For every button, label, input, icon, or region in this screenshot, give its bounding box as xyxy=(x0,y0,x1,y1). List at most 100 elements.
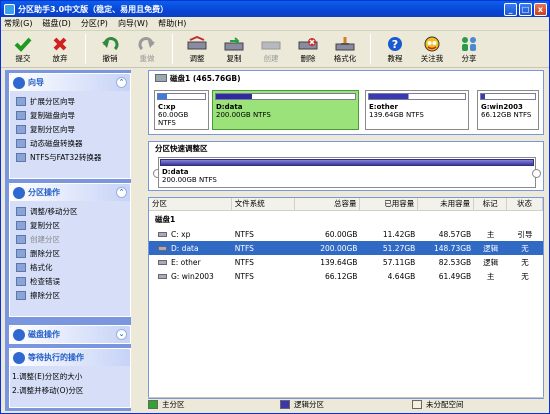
disk-ops-panel: 磁盘操作 ⌄ xyxy=(9,325,131,344)
cell-total: 66.12GB xyxy=(325,271,358,281)
legend-label: 逻辑分区 xyxy=(294,400,324,409)
partition-op-label: 调整/移动分区 xyxy=(30,206,78,216)
cell-part: D: data xyxy=(149,244,232,253)
pending-ops-header[interactable]: 等待执行的操作 xyxy=(10,349,130,366)
disk-segment[interactable]: C:xp 60.00GB NTFS xyxy=(154,90,209,130)
resize-right-handle[interactable] xyxy=(532,169,541,178)
disk-segment[interactable]: E:other 139.64GB NTFS xyxy=(365,90,469,130)
partition-op-icon xyxy=(16,262,26,272)
table-disk-row[interactable]: 磁盘1 xyxy=(149,211,543,227)
undo-button[interactable]: 撤销 xyxy=(92,32,128,66)
partition-op-label: 删除分区 xyxy=(30,248,60,258)
copy-label: 复制 xyxy=(226,54,242,63)
redo-icon xyxy=(137,35,157,52)
wizard-item[interactable]: NTFS与FAT32转换器 xyxy=(16,150,130,164)
partition-op-item[interactable]: 调整/移动分区 xyxy=(16,204,130,218)
follow-button[interactable]: 关注我 xyxy=(414,32,450,66)
disk-segment[interactable]: D:data 200.00GB NTFS xyxy=(212,90,359,130)
format-button[interactable]: 格式化 xyxy=(327,32,363,66)
svg-text:?: ? xyxy=(392,38,398,51)
collapse-chevron-icon[interactable]: ⌃ xyxy=(116,77,127,88)
expand-chevron-icon[interactable]: ⌄ xyxy=(116,329,127,340)
legend-swatch xyxy=(148,400,158,409)
partition-ops-title: 分区操作 xyxy=(28,188,60,197)
share-button[interactable]: 分享 xyxy=(451,32,487,66)
partition-op-item[interactable]: 格式化 xyxy=(16,260,130,274)
legend-item: 主分区 xyxy=(148,399,260,410)
close-button[interactable]: x xyxy=(534,2,547,16)
resize-partition-name: D:data xyxy=(162,168,189,176)
maximize-button[interactable]: □ xyxy=(519,2,532,16)
wizard-item[interactable]: 复制磁盘向导 xyxy=(16,108,130,122)
help-button[interactable]: ? 教程 xyxy=(377,32,413,66)
column-header[interactable]: 分区 xyxy=(149,198,232,210)
format-icon xyxy=(335,35,355,52)
redo-button[interactable]: 重做 xyxy=(129,32,165,66)
cell-flag: 主 xyxy=(486,271,495,281)
check-button[interactable]: 提交 xyxy=(5,32,41,66)
resize-button[interactable]: 调整 xyxy=(179,32,215,66)
wizard-item-icon xyxy=(16,96,26,106)
wizard-panel-header[interactable]: 向导 ⌃ xyxy=(10,74,130,91)
wizard-item[interactable]: 复制分区向导 xyxy=(16,122,130,136)
resize-track[interactable]: D:data 200.00GB NTFS xyxy=(158,157,536,188)
column-header[interactable]: 标记 xyxy=(474,198,508,210)
collapse-chevron-icon[interactable]: ⌃ xyxy=(116,187,127,198)
delete-button[interactable]: 删除 xyxy=(290,32,326,66)
pending-ops-list: 1.调整(E)分区的大小 2.调整并移动(O)分区 xyxy=(10,366,130,399)
minimize-button[interactable]: _ xyxy=(504,2,517,16)
cell-total: 60.00GB xyxy=(325,229,358,239)
wizard-item[interactable]: 动态磁盘转换器 xyxy=(16,136,130,150)
create-icon xyxy=(261,35,281,52)
wizard-item[interactable]: 扩展分区向导 xyxy=(16,94,130,108)
pending-op-item: 1.调整(E)分区的大小 xyxy=(12,369,130,383)
title-bar[interactable]: 分区助手3.0中文版（稳定、易用且免费） _ □ x xyxy=(1,1,549,17)
menu-item-0[interactable]: 常规(G) xyxy=(4,18,32,29)
disk-segment[interactable]: G:win2003 66.12GB NTFS xyxy=(477,90,539,130)
column-header[interactable]: 未用容量 xyxy=(418,198,475,210)
wizard-item-icon xyxy=(16,152,26,162)
table-row[interactable]: G: win2003 NTFS 66.12GB 4.64GB 61.49GB 主 无 xyxy=(149,269,543,283)
column-header[interactable]: 总容量 xyxy=(295,198,361,210)
x-button[interactable]: 放弃 xyxy=(42,32,78,66)
menu-item-4[interactable]: 帮助(H) xyxy=(158,18,186,29)
pending-op-label: 2.调整并移动(O)分区 xyxy=(12,385,84,395)
partition-op-item[interactable]: 创建分区 xyxy=(16,232,130,246)
segment-size: 200.00GB NTFS xyxy=(216,111,271,119)
cell-total: 139.64GB xyxy=(320,257,358,267)
segment-name: C:xp xyxy=(158,103,176,111)
copy-button[interactable]: 复制 xyxy=(216,32,252,66)
create-button[interactable]: 创建 xyxy=(253,32,289,66)
pending-op-label: 1.调整(E)分区的大小 xyxy=(12,371,83,381)
column-header[interactable]: 已用容量 xyxy=(360,198,419,210)
partition-ops-panel: 分区操作 ⌃ 调整/移动分区复制分区 创建分区删除分区格式化 检查错误 擦除分区 xyxy=(9,183,131,317)
partition-op-item[interactable]: 删除分区 xyxy=(16,246,130,260)
wizard-list: 扩展分区向导 复制磁盘向导 复制分区向导 动态磁盘转换器 NTFS与FAT32转换器 xyxy=(10,91,130,166)
menu-item-2[interactable]: 分区(P) xyxy=(81,18,108,29)
cell-flag: 逻辑 xyxy=(483,257,499,267)
partition-op-item[interactable]: 擦除分区 xyxy=(16,288,130,302)
table-row[interactable]: E: other NTFS 139.64GB 57.11GB 82.53GB 逻辑 无 xyxy=(149,255,543,269)
menu-item-3[interactable]: 向导(W) xyxy=(118,18,148,29)
column-header[interactable]: 文件系统 xyxy=(232,198,295,210)
menu-item-1[interactable]: 磁盘(D) xyxy=(42,18,70,29)
partition-op-icon xyxy=(16,290,26,300)
cell-used: 4.64GB xyxy=(387,271,416,281)
cell-flag: 逻辑 xyxy=(483,243,499,253)
partition-op-item[interactable]: 复制分区 xyxy=(16,218,130,232)
resize-label: 调整 xyxy=(189,54,205,63)
partition-ops-header[interactable]: 分区操作 ⌃ xyxy=(10,184,130,201)
legend-item: 未分配空间 xyxy=(412,399,524,410)
help-icon: ? xyxy=(385,35,405,52)
partition-op-item[interactable]: 检查错误 xyxy=(16,274,130,288)
table-disk-label: 磁盘1 xyxy=(155,214,176,224)
disk-ops-title: 磁盘操作 xyxy=(28,330,60,339)
cell-total: 200.00GB xyxy=(320,243,358,253)
column-header[interactable]: 状态 xyxy=(507,198,544,210)
disk-ops-header[interactable]: 磁盘操作 ⌄ xyxy=(10,326,130,343)
table-row[interactable]: D: data NTFS 200.00GB 51.27GB 148.73GB 逻辑 无 xyxy=(149,241,543,255)
disk-map-header: 磁盘1 (465.76GB) xyxy=(149,71,543,85)
delete-label: 删除 xyxy=(300,54,316,63)
disk-map-label: 磁盘1 (465.76GB) xyxy=(170,73,241,83)
table-row[interactable]: C: xp NTFS 60.00GB 11.42GB 48.57GB 主 引导 xyxy=(149,227,543,241)
